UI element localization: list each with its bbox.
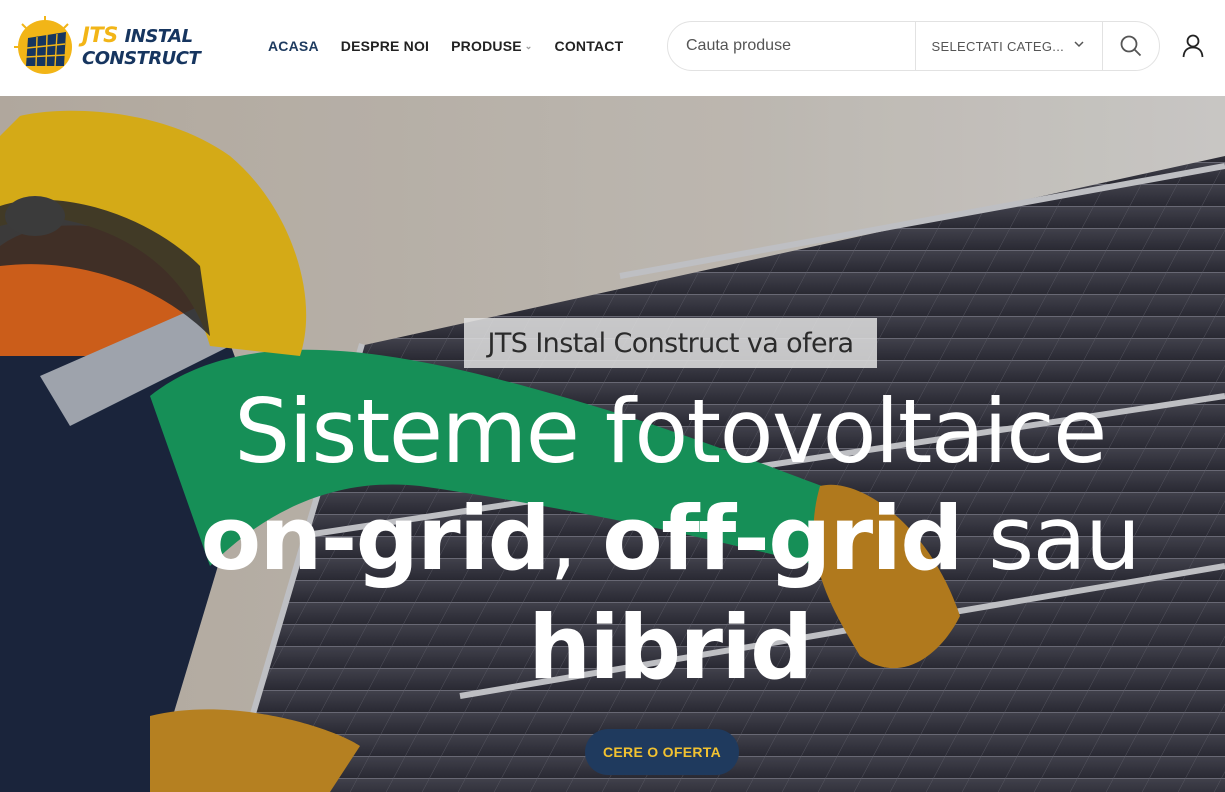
headline-line-1: Sisteme fotovoltaice xyxy=(234,380,1107,483)
nav-item-produse-label: PRODUSE xyxy=(451,38,522,54)
headline-separator: , xyxy=(549,487,603,590)
headline-off-grid: off-grid xyxy=(602,487,963,590)
headline-on-grid: on-grid xyxy=(200,487,551,590)
user-icon xyxy=(1182,34,1204,58)
account-button[interactable] xyxy=(1178,31,1208,61)
headline-line-2: on-grid, off-grid sau xyxy=(170,484,1170,594)
nav-item-produse[interactable]: PRODUSE ⌄ xyxy=(451,36,532,56)
hero-kicker: JTS Instal Construct va ofera xyxy=(464,318,877,368)
search-input[interactable] xyxy=(668,22,915,70)
headline-line-3: hibrid xyxy=(528,596,813,699)
site-header: JTS INSTAL CONSTRUCT ACASA DESPRE NOI PR… xyxy=(0,0,1225,96)
nav-item-despre-noi[interactable]: DESPRE NOI xyxy=(341,36,429,56)
search-bar: SELECTATI CATEG... xyxy=(667,21,1160,71)
logo-wordmark: JTS INSTAL CONSTRUCT xyxy=(82,23,201,70)
category-select[interactable]: SELECTATI CATEG... xyxy=(914,22,1103,70)
logo[interactable]: JTS INSTAL CONSTRUCT xyxy=(14,16,214,78)
hero-banner: JTS Instal Construct va ofera Sisteme fo… xyxy=(0,96,1225,792)
logo-instal: INSTAL xyxy=(124,26,194,47)
chevron-down-icon xyxy=(1074,41,1084,48)
logo-construct: CONSTRUCT xyxy=(82,48,201,69)
logo-jts: JTS xyxy=(82,23,118,47)
search-icon xyxy=(1120,35,1142,57)
request-offer-button[interactable]: CERE O OFERTA xyxy=(585,729,739,775)
nav-item-contact[interactable]: CONTACT xyxy=(555,36,624,56)
hero-headline: Sisteme fotovoltaice on-grid, off-grid s… xyxy=(170,380,1170,702)
search-button[interactable] xyxy=(1102,22,1159,70)
main-nav: ACASA DESPRE NOI PRODUSE ⌄ CONTACT xyxy=(268,36,645,56)
solar-panel-logo-icon xyxy=(14,16,72,74)
category-select-label: SELECTATI CATEG... xyxy=(931,38,1065,54)
nav-item-acasa[interactable]: ACASA xyxy=(268,36,319,56)
chevron-down-icon: ⌄ xyxy=(524,40,533,51)
headline-sau: sau xyxy=(961,487,1141,590)
